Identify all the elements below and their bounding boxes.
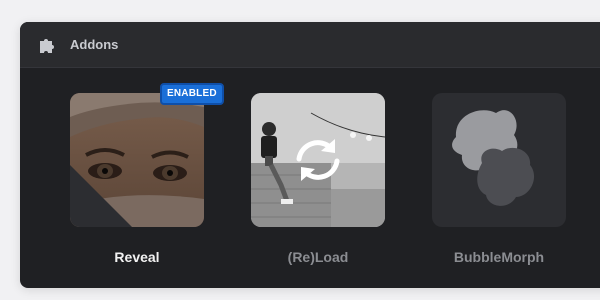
panel-header: Addons <box>20 22 600 68</box>
addon-label-reveal: Reveal <box>114 249 160 265</box>
addon-label-reload: (Re)Load <box>287 249 349 265</box>
addons-panel: Addons Reveal ENABLED (Re)Load BubbleMor… <box>20 22 600 288</box>
addon-thumbnail-reveal[interactable] <box>70 93 204 227</box>
puzzle-icon <box>38 36 56 54</box>
addon-reveal[interactable]: Reveal <box>70 93 204 265</box>
addon-thumbnail-bubblemorph[interactable] <box>432 93 566 227</box>
addon-reload[interactable]: (Re)Load <box>251 93 385 265</box>
addon-thumbnail-reload[interactable] <box>251 93 385 227</box>
enabled-badge: ENABLED <box>160 83 224 105</box>
addon-bubblemorph[interactable]: BubbleMorph <box>432 93 566 265</box>
panel-title: Addons <box>70 37 119 52</box>
addon-label-bubblemorph: BubbleMorph <box>453 249 545 265</box>
